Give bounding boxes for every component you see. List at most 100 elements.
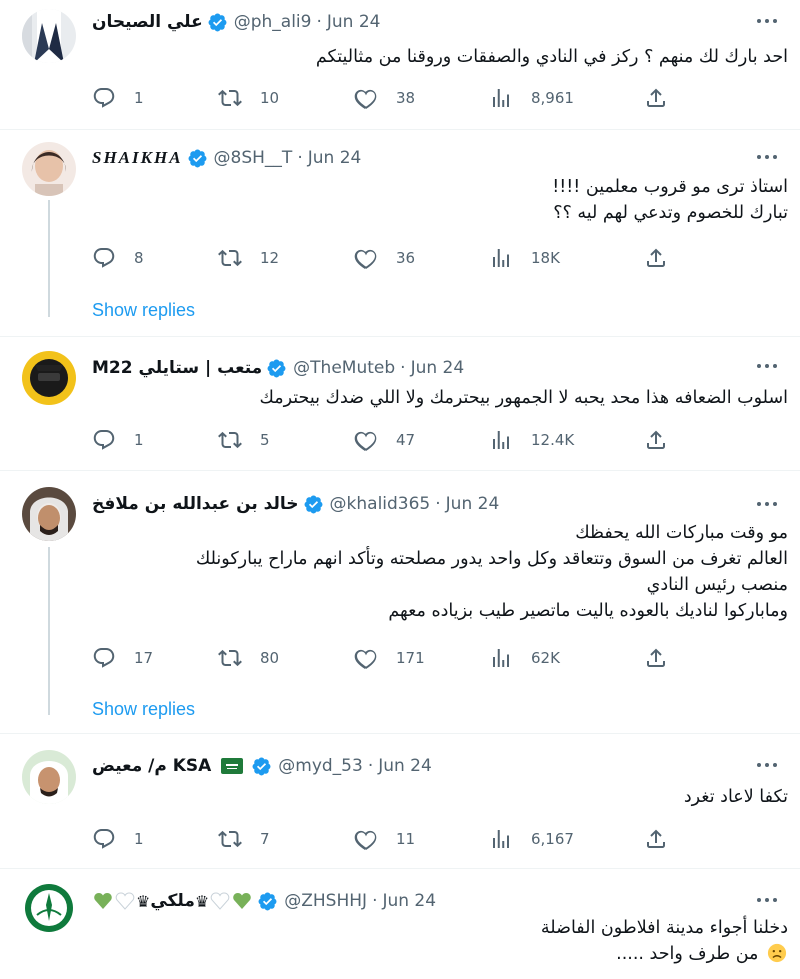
tweet[interactable]: SHAIKHA @8SH__T · Jun 24 استاذ ترى مو قر… [0,130,800,336]
like-button[interactable]: 36 [354,246,415,270]
reply-icon [92,428,116,452]
share-button[interactable] [644,827,668,851]
reply-icon [92,246,116,270]
retweet-button[interactable]: 7 [218,827,270,851]
display-name-text: م/ معيض KSA [92,756,212,776]
tweet-header: خالد بن عبدالله بن ملافخ @khalid365 · Ju… [92,492,499,516]
display-name[interactable]: M22 متعب | ستايلي [92,358,262,378]
display-name[interactable]: ♛ ملكي ♛ [92,891,253,911]
tweet-actions: 1 7 11 6,167 [92,827,682,851]
view-count: 12.4K [531,431,575,449]
like-button[interactable]: 171 [354,646,425,670]
tweet-header: SHAIKHA @8SH__T · Jun 24 [92,146,361,170]
retweet-button[interactable]: 10 [218,86,279,110]
views-icon [489,646,513,670]
tweet-header: M22 متعب | ستايلي @TheMuteb · Jun 24 [92,356,464,380]
share-button[interactable] [644,246,668,270]
white-heart-icon [115,891,135,911]
tweet-date[interactable]: Jun 24 [446,494,500,514]
user-handle[interactable]: @8SH__T [214,148,293,168]
more-icon[interactable] [754,150,780,164]
retweet-icon [218,646,242,670]
tweet-text: دخلنا أجواء مدينة افلاطون الفاضلة من طرف… [108,915,788,967]
display-name[interactable]: م/ معيض KSA [92,756,247,776]
tweet-text: تكفا لاعاد تغرد [108,784,788,810]
separator-dot: · [400,358,406,378]
avatar[interactable] [22,142,76,196]
reply-button[interactable]: 8 [92,246,144,270]
like-button[interactable]: 38 [354,86,415,110]
views-button[interactable]: 12.4K [489,428,574,452]
reply-button[interactable]: 1 [92,428,144,452]
reply-count: 17 [134,649,154,667]
tweet-text-line-text: من طرف واحد ..... [616,944,759,964]
more-icon[interactable] [754,758,780,772]
tweet-date[interactable]: Jun 24 [382,891,436,911]
separator-dot: · [297,148,303,168]
show-replies-link[interactable]: Show replies [92,699,195,720]
avatar[interactable] [22,881,76,935]
more-icon[interactable] [754,893,780,907]
retweet-button[interactable]: 12 [218,246,279,270]
user-handle[interactable]: @TheMuteb [293,358,395,378]
display-name[interactable]: علي الصيحان [92,12,203,32]
share-button[interactable] [644,646,668,670]
tweet-date[interactable]: Jun 24 [308,148,362,168]
user-handle[interactable]: @ZHSHHJ [284,891,367,911]
tweet-actions: 1 10 38 8,961 [92,86,682,110]
share-button[interactable] [644,86,668,110]
tweet[interactable]: علي الصيحان @ph_ali9 · Jun 24 احد بارك ل… [0,0,800,129]
show-replies-link[interactable]: Show replies [92,300,195,321]
retweet-button[interactable]: 80 [218,646,279,670]
tweet-actions: 17 80 171 62K [92,646,682,670]
retweet-count: 12 [260,249,280,267]
reply-button[interactable]: 1 [92,86,144,110]
more-icon[interactable] [754,14,780,28]
views-button[interactable]: 8,961 [489,86,574,110]
reply-icon [92,827,116,851]
tweet-date[interactable]: Jun 24 [327,12,381,32]
reply-button[interactable]: 17 [92,646,153,670]
views-button[interactable]: 6,167 [489,827,574,851]
retweet-count: 80 [260,649,280,667]
tweet-text-line: مو وقت مباركات الله يحفظك [575,523,788,543]
user-handle[interactable]: @ph_ali9 [234,12,312,32]
tweet-header: ♛ ملكي ♛ @ZHSHHJ · Jun 24 [92,889,436,913]
user-handle[interactable]: @myd_53 [278,756,363,776]
like-button[interactable]: 11 [354,827,415,851]
tweet-date[interactable]: Jun 24 [378,756,432,776]
reply-button[interactable]: 1 [92,827,144,851]
display-name-text: ملكي [150,891,195,911]
like-count: 47 [396,431,416,449]
avatar[interactable] [22,351,76,405]
views-button[interactable]: 18K [489,246,560,270]
user-handle[interactable]: @khalid365 [330,494,431,514]
tweet[interactable]: M22 متعب | ستايلي @TheMuteb · Jun 24 اسل… [0,337,800,470]
view-count: 6,167 [531,830,574,848]
verified-badge-icon [257,891,278,912]
like-count: 36 [396,249,416,267]
views-button[interactable]: 62K [489,646,560,670]
share-button[interactable] [644,428,668,452]
tweet[interactable]: ♛ ملكي ♛ @ZHSHHJ · Jun 24 دخلنا أجواء مد… [0,869,800,979]
view-count: 18K [531,249,560,267]
tweet-replies-feed: علي الصيحان @ph_ali9 · Jun 24 احد بارك ل… [0,0,800,979]
avatar[interactable] [22,487,76,541]
tweet-date[interactable]: Jun 24 [411,358,465,378]
tweet[interactable]: خالد بن عبدالله بن ملافخ @khalid365 · Ju… [0,471,800,733]
like-button[interactable]: 47 [354,428,415,452]
avatar[interactable] [22,750,76,804]
reply-count: 8 [134,249,144,267]
retweet-count: 7 [260,830,270,848]
reply-icon [92,646,116,670]
separator-dot: · [435,494,441,514]
display-name[interactable]: خالد بن عبدالله بن ملافخ [92,494,299,514]
display-name[interactable]: SHAIKHA [92,148,183,168]
avatar[interactable] [22,9,76,63]
more-icon[interactable] [754,359,780,373]
retweet-button[interactable]: 5 [218,428,270,452]
share-icon [644,827,668,851]
more-icon[interactable] [754,497,780,511]
crown-icon: ♛ [194,891,210,911]
tweet[interactable]: م/ معيض KSA @myd_53 · Jun 24 تكفا لاعاد … [0,734,800,868]
